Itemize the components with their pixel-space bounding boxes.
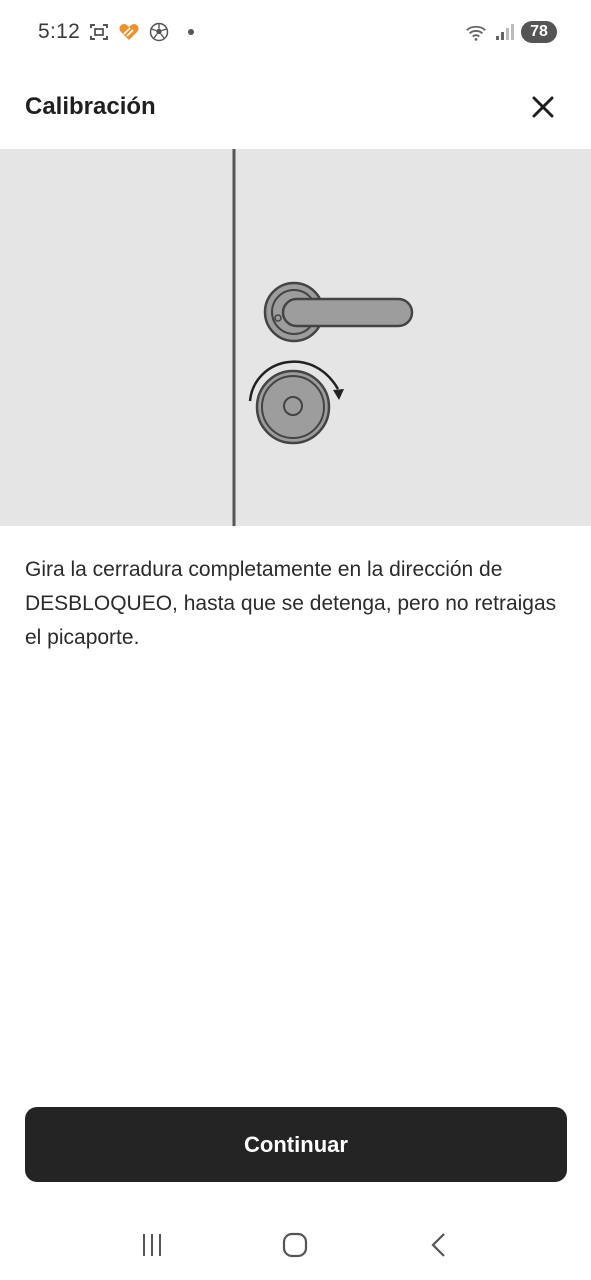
- heart-icon: [118, 21, 140, 43]
- status-right: 78: [465, 21, 557, 43]
- recents-icon: [142, 1234, 161, 1256]
- status-left: 5:12: [38, 20, 195, 44]
- screenshot-icon: [88, 21, 110, 43]
- door-lock-illustration: [0, 149, 591, 526]
- header: Calibración: [0, 64, 591, 149]
- signal-icon: [493, 21, 515, 43]
- home-button[interactable]: [270, 1220, 320, 1270]
- status-time: 5:12: [38, 20, 81, 43]
- page-title: Calibración: [25, 92, 156, 120]
- continue-button[interactable]: Continuar: [25, 1107, 567, 1182]
- instruction-text: Gira la cerradura completamente en la di…: [25, 558, 557, 649]
- door-lock-rotate-illustration: [232, 149, 414, 526]
- back-button[interactable]: [414, 1220, 464, 1270]
- notification-dot: [188, 29, 195, 35]
- calibration-screen: 5:12 78 Calibración Gira la cerradura co…: [0, 0, 591, 1280]
- close-button[interactable]: [523, 87, 563, 127]
- wifi-icon: [465, 21, 487, 43]
- back-icon: [431, 1233, 445, 1257]
- home-icon: [283, 1232, 308, 1258]
- navigation-bar: [0, 1210, 591, 1280]
- soccer-ball-icon: [148, 21, 170, 43]
- status-bar: 5:12 78: [0, 0, 591, 64]
- recents-button[interactable]: [127, 1220, 177, 1270]
- battery-icon: 78: [521, 21, 557, 43]
- close-icon: [532, 96, 554, 117]
